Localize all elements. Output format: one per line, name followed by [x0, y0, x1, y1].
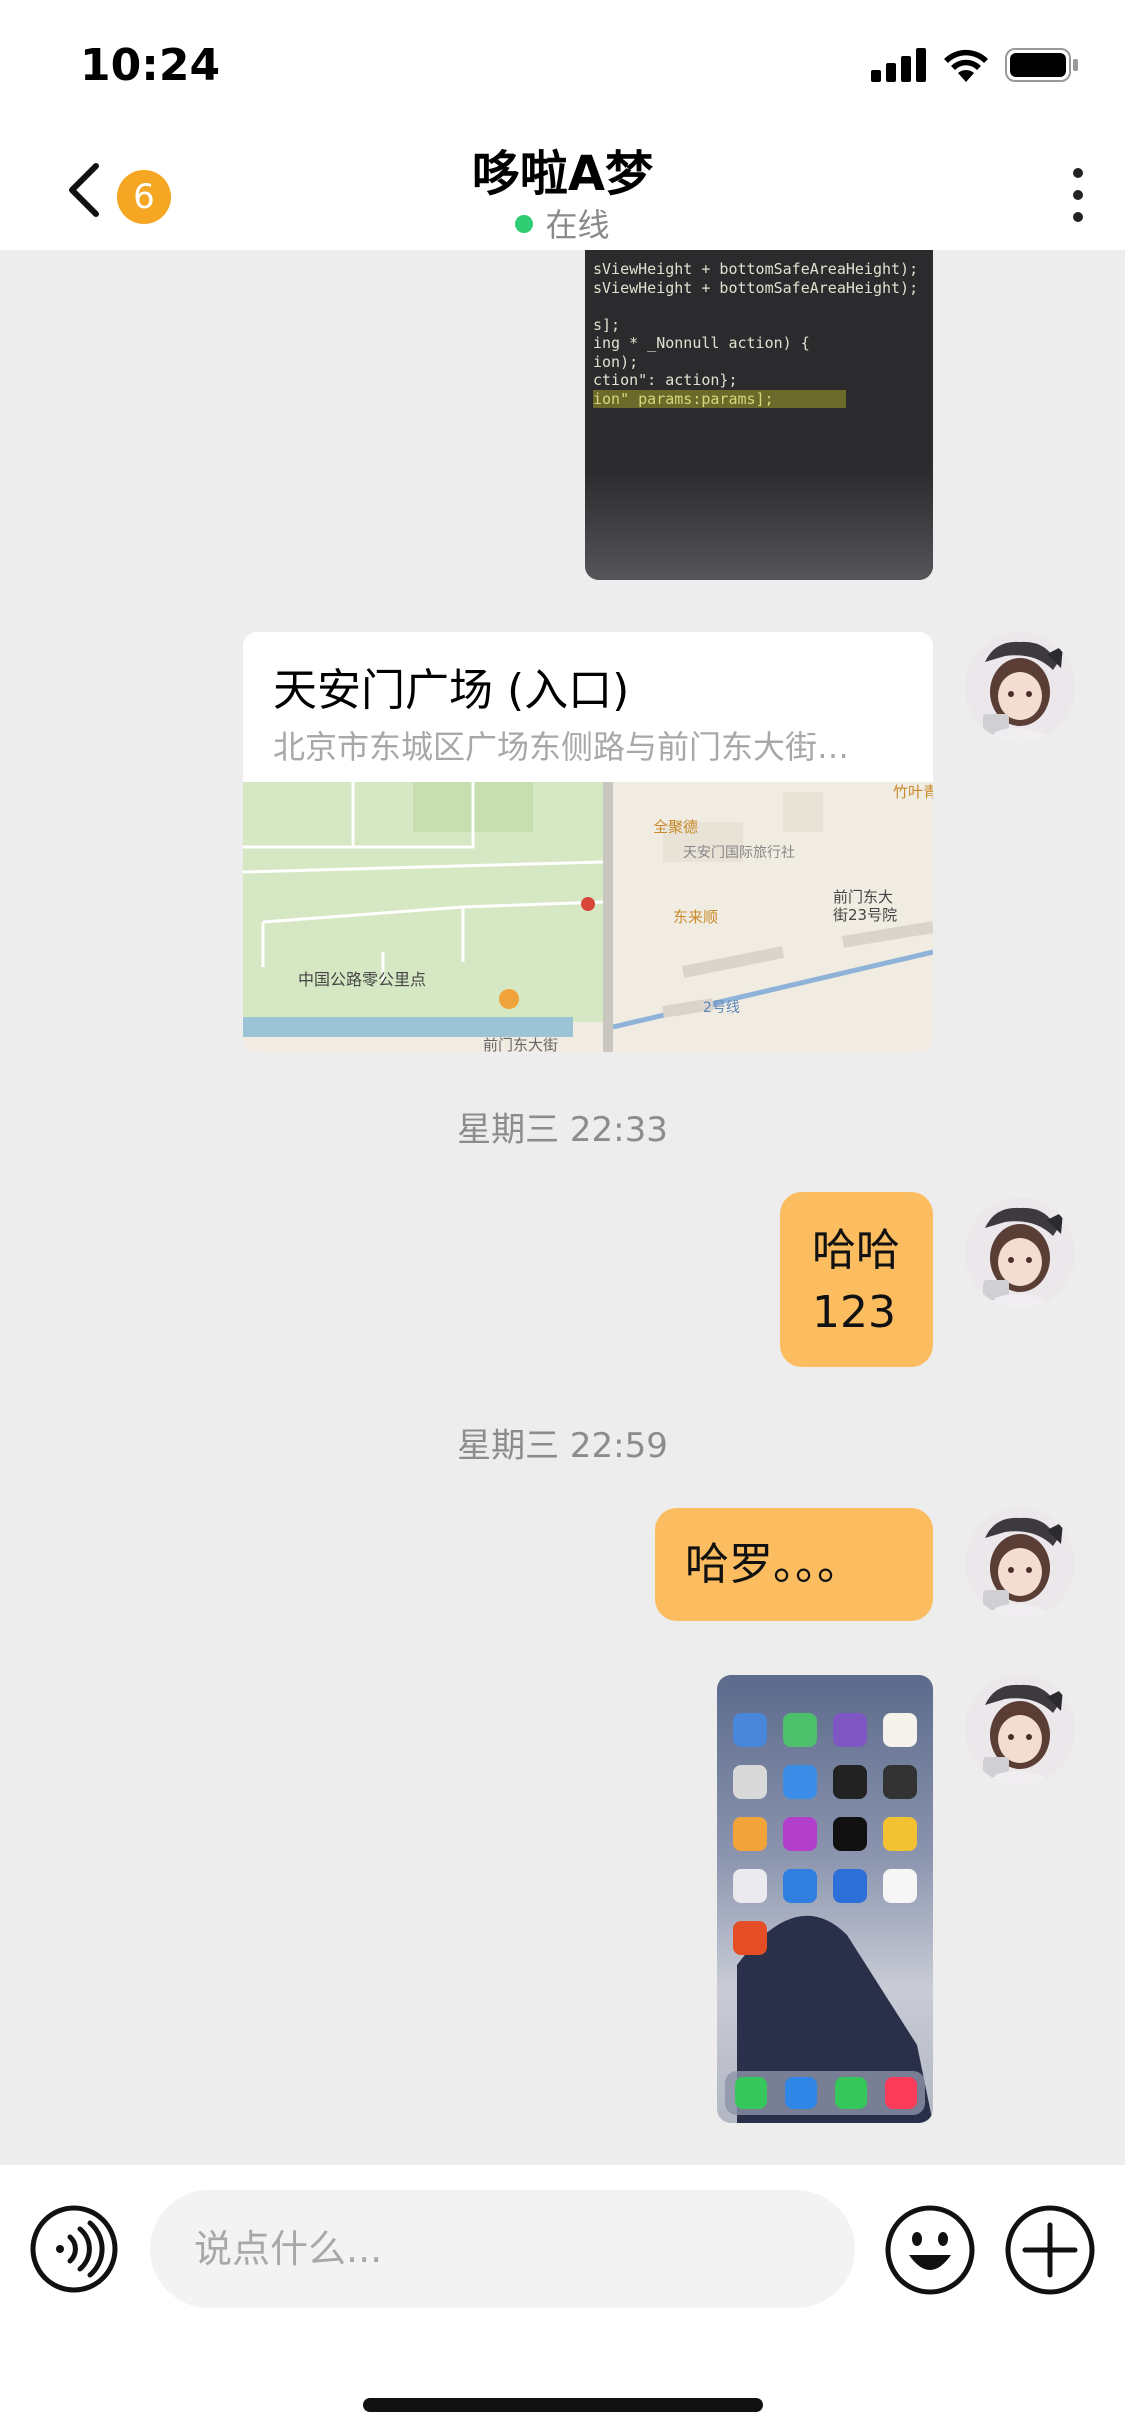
map-label-zero-point: 中国公路零公里点	[298, 970, 426, 989]
chat-header: 6 哆啦A梦 在线	[0, 130, 1125, 250]
plus-icon[interactable]	[1005, 2205, 1095, 2295]
screenshot-image	[725, 1713, 933, 2123]
chat-message-list[interactable]: sViewHeight + bottomSafeAreaHeight); sVi…	[0, 250, 1125, 2165]
map-label-street: 前门东大街	[483, 1036, 558, 1052]
location-title: 天安门广场 (入口)	[273, 665, 630, 716]
avatar[interactable]	[965, 1508, 1075, 1618]
wifi-icon	[944, 49, 988, 82]
avatar-image	[965, 1675, 1075, 1785]
voice-icon[interactable]	[30, 2205, 118, 2293]
emoji-icon[interactable]	[885, 2205, 975, 2295]
avatar[interactable]	[965, 632, 1075, 742]
more-vertical-icon[interactable]	[1071, 168, 1085, 222]
avatar-image	[965, 1508, 1075, 1618]
status-icons	[871, 48, 1079, 82]
image-message-screenshot[interactable]	[717, 1675, 933, 2123]
map-thumbnail: 全聚德 天安门国际旅行社 东来顺 前门东大街23号院 竹叶青 中国公路零公里点 …	[243, 782, 933, 1052]
home-indicator	[363, 2398, 763, 2412]
timestamp: 星期三 22:33	[457, 1110, 668, 1150]
location-message[interactable]: 天安门广场 (入口) 北京市东城区广场东侧路与前门东大街… 全聚德 天安门国际旅…	[243, 632, 933, 1052]
online-dot-icon	[515, 215, 534, 233]
avatar[interactable]	[965, 1198, 1075, 1308]
battery-icon	[1005, 48, 1078, 82]
text-message[interactable]: 哈哈 123	[780, 1192, 933, 1367]
map-label-donglaishun: 东来顺	[673, 908, 718, 926]
map-label-zhuye: 竹叶青	[893, 783, 933, 801]
map-label-qianmen-23: 前门东大街23号院	[833, 888, 897, 924]
online-status: 在线	[0, 200, 1125, 246]
avatar-image	[965, 632, 1075, 742]
timestamp: 星期三 22:59	[457, 1426, 668, 1466]
status-bar: 10:24	[0, 0, 1125, 130]
image-message-code[interactable]: sViewHeight + bottomSafeAreaHeight); sVi…	[585, 250, 933, 580]
map-label-quanjude: 全聚德	[653, 818, 698, 836]
status-time: 10:24	[80, 40, 221, 91]
signal-icon	[871, 48, 926, 82]
message-input[interactable]	[150, 2190, 855, 2308]
map-label-travel-agency: 天安门国际旅行社	[683, 845, 795, 861]
online-status-text: 在线	[545, 206, 610, 244]
chat-title: 哆啦A梦	[471, 146, 654, 202]
map-label-line2: 2号线	[703, 1000, 740, 1016]
avatar[interactable]	[965, 1675, 1075, 1785]
text-message[interactable]: 哈罗。。。	[655, 1508, 933, 1621]
input-bar	[0, 2165, 1125, 2436]
location-address: 北京市东城区广场东侧路与前门东大街…	[273, 728, 850, 766]
avatar-image	[965, 1198, 1075, 1308]
